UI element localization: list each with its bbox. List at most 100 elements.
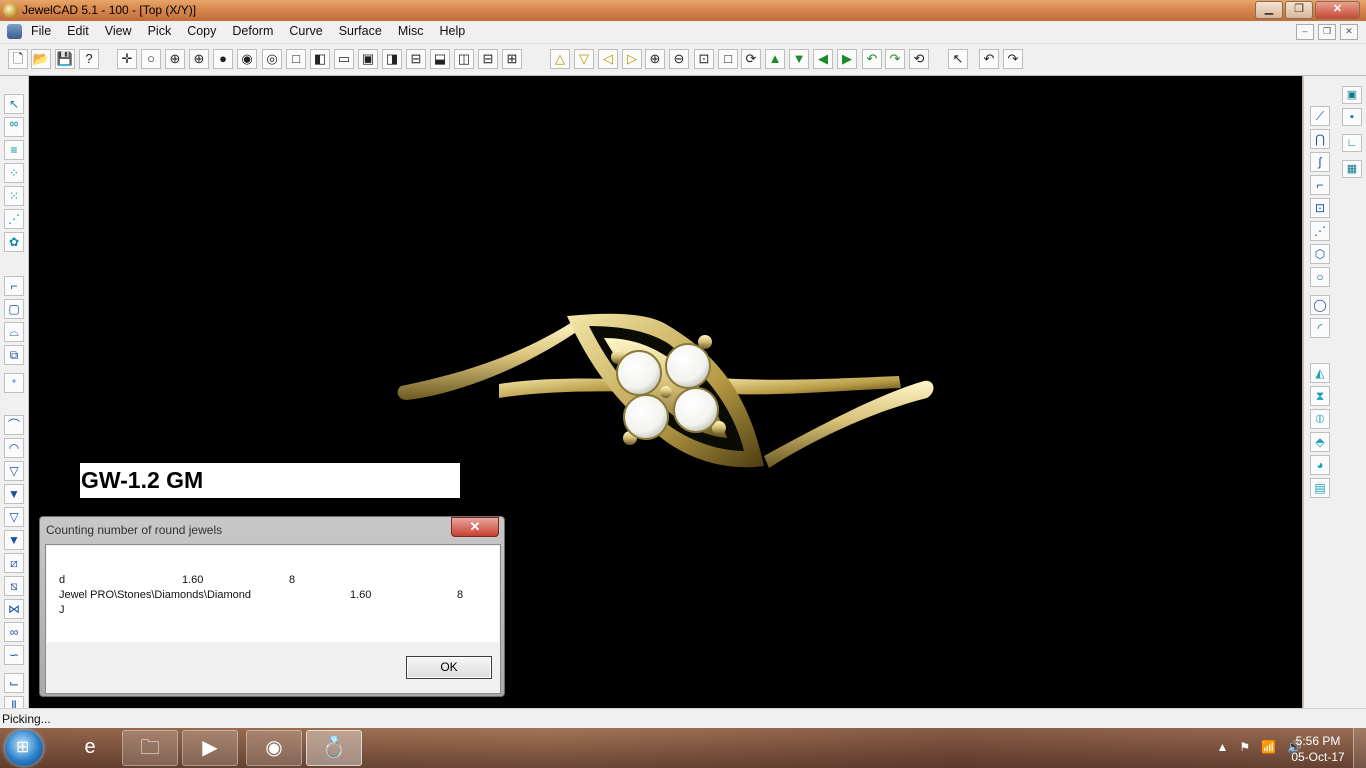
dialog-close-button[interactable]: ✕ <box>451 517 499 537</box>
copy-object-icon[interactable]: ⧉ <box>4 345 24 365</box>
document-restore-button[interactable]: ❐ <box>1318 24 1336 40</box>
bend-icon[interactable]: ⌙ <box>4 673 24 693</box>
view-back-icon[interactable]: ⊟ <box>406 49 426 69</box>
view-single-icon[interactable]: □ <box>286 49 306 69</box>
pick-cursor-icon[interactable]: ↖ <box>4 94 24 114</box>
target-icon[interactable]: ⊕ <box>189 49 209 69</box>
point-snap-icon[interactable]: ▪ <box>1342 108 1362 126</box>
zoom-out-icon[interactable]: ⊖ <box>669 49 689 69</box>
curve-arch-icon[interactable]: ⋂ <box>1310 129 1330 149</box>
menu-curve[interactable]: Curve <box>289 24 322 38</box>
help-cursor-icon[interactable]: ? <box>79 49 99 69</box>
funnel-icon[interactable]: ▽ <box>4 507 24 527</box>
pointer-icon[interactable]: ⌐ <box>4 276 24 296</box>
orbit-icon[interactable]: ⟲ <box>909 49 929 69</box>
jewelcad-app-icon[interactable] <box>3 3 18 18</box>
pick-grid-icon[interactable]: ⁙ <box>4 186 24 206</box>
circle-icon[interactable]: ○ <box>141 49 161 69</box>
ok-button[interactable]: OK <box>406 656 492 679</box>
crosshair-icon[interactable]: ✛ <box>117 49 137 69</box>
minimize-button[interactable]: ▁ <box>1255 1 1283 19</box>
surface-sweep-icon[interactable]: ◕ <box>1310 455 1330 475</box>
cone-icon[interactable]: ▽ <box>4 461 24 481</box>
jewel-count-list[interactable]: d 1.60 8 Jewel PRO\Stones\Diamonds\Diamo… <box>47 546 499 642</box>
new-file-icon[interactable]: 🗋 <box>8 49 28 69</box>
surface-revolve-icon[interactable]: ⧗ <box>1310 386 1330 406</box>
curve-step-icon[interactable]: ⌐ <box>1310 175 1330 195</box>
cone-filled-icon[interactable]: ▼ <box>4 484 24 504</box>
render-icon[interactable]: ◎ <box>262 49 282 69</box>
curve-line-icon[interactable]: ⟋ <box>1310 106 1330 126</box>
menu-pick[interactable]: Pick <box>148 24 172 38</box>
triangle-up-icon[interactable]: △ <box>550 49 570 69</box>
document-close-button[interactable]: ✕ <box>1340 24 1358 40</box>
slant-icon[interactable]: ⧄ <box>4 553 24 573</box>
close-button[interactable]: ✕ <box>1315 1 1360 19</box>
arc-icon[interactable]: ◜ <box>1310 318 1330 338</box>
view-right-icon[interactable]: ◨ <box>382 49 402 69</box>
redo-icon[interactable]: ↷ <box>1003 49 1023 69</box>
undo-icon[interactable]: ↶ <box>979 49 999 69</box>
network-icon[interactable]: 📶 <box>1261 740 1276 754</box>
spin-left-icon[interactable]: ↶ <box>862 49 882 69</box>
start-button[interactable]: ⊞ <box>5 730 43 766</box>
view-bottom-icon[interactable]: ⬓ <box>430 49 450 69</box>
curve-polyline-icon[interactable]: ⋰ <box>1310 221 1330 241</box>
zoom-in-icon[interactable]: ⊕ <box>645 49 665 69</box>
file-explorer-icon[interactable]: 🗀 <box>122 730 178 766</box>
view-top-icon[interactable]: ▭ <box>334 49 354 69</box>
dome-icon[interactable]: ⌓ <box>4 322 24 342</box>
point-plus-icon[interactable]: ⁺ <box>4 373 24 393</box>
rotate-left-icon[interactable]: ◀ <box>813 49 833 69</box>
zoom-all-icon[interactable]: ⟳ <box>741 49 761 69</box>
pick-points-icon[interactable]: ⁘ <box>4 163 24 183</box>
show-desktop-button[interactable] <box>1353 728 1366 768</box>
menu-file[interactable]: File <box>31 24 51 38</box>
zoom-window-icon[interactable]: ⊡ <box>694 49 714 69</box>
zoom-fit-icon[interactable]: □ <box>718 49 738 69</box>
view-front-icon[interactable]: ▣ <box>358 49 378 69</box>
show-hidden-icons-icon[interactable]: ▲ <box>1216 740 1228 754</box>
menu-view[interactable]: View <box>105 24 132 38</box>
triangle-right-icon[interactable]: ▷ <box>622 49 642 69</box>
menu-deform[interactable]: Deform <box>232 24 273 38</box>
pick-chain-icon[interactable]: ⋰ <box>4 209 24 229</box>
view-split-horizontal-icon[interactable]: ⊟ <box>478 49 498 69</box>
pick-stack-icon[interactable]: ≡ <box>4 140 24 160</box>
curve-s-icon[interactable]: ∫ <box>1310 152 1330 172</box>
layer-icon[interactable]: ▣ <box>1342 86 1362 104</box>
infinity-icon[interactable]: ∞ <box>4 622 24 642</box>
menu-surface[interactable]: Surface <box>339 24 382 38</box>
rotate-up-icon[interactable]: ▲ <box>765 49 785 69</box>
grid-icon[interactable]: ▦ <box>1342 160 1362 178</box>
rotate-down-icon[interactable]: ▼ <box>789 49 809 69</box>
open-folder-icon[interactable]: 📂 <box>31 49 51 69</box>
curve-polygon-icon[interactable]: ⬡ <box>1310 244 1330 264</box>
view-split-vertical-icon[interactable]: ◫ <box>454 49 474 69</box>
curve-arc-icon[interactable]: ⌒ <box>4 415 24 435</box>
triangle-left-icon[interactable]: ◁ <box>598 49 618 69</box>
internet-explorer-icon[interactable]: e <box>62 730 118 766</box>
shaded-sphere-icon[interactable]: ◉ <box>237 49 257 69</box>
menu-help[interactable]: Help <box>440 24 466 38</box>
circle-small-icon[interactable]: ○ <box>1310 267 1330 287</box>
save-icon[interactable]: 💾 <box>55 49 75 69</box>
chrome-icon[interactable]: ◉ <box>246 730 302 766</box>
select-arrow-icon[interactable]: ↖ <box>948 49 968 69</box>
surface-extrude-icon[interactable]: ◭ <box>1310 363 1330 383</box>
action-center-flag-icon[interactable]: ⚑ <box>1239 740 1250 754</box>
surface-pipe-icon[interactable]: ⦶ <box>1310 409 1330 429</box>
triangle-down-icon[interactable]: ▽ <box>574 49 594 69</box>
view-left-icon[interactable]: ◧ <box>310 49 330 69</box>
ellipse-icon[interactable]: ◯ <box>1310 295 1330 315</box>
view-quad-icon[interactable]: ⊞ <box>502 49 522 69</box>
jewelcad-icon[interactable]: 💍 <box>306 730 362 766</box>
media-player-icon[interactable]: ▶ <box>182 730 238 766</box>
maximize-button[interactable]: ❐ <box>1285 1 1313 19</box>
document-icon[interactable] <box>7 24 22 39</box>
surface-patch-icon[interactable]: ▤ <box>1310 478 1330 498</box>
rotate-right-icon[interactable]: ▶ <box>837 49 857 69</box>
clock[interactable]: 5:56 PM 05-Oct-17 <box>1288 733 1348 765</box>
twist-icon[interactable]: ∽ <box>4 645 24 665</box>
corner-icon[interactable]: ∟ <box>1342 134 1362 152</box>
